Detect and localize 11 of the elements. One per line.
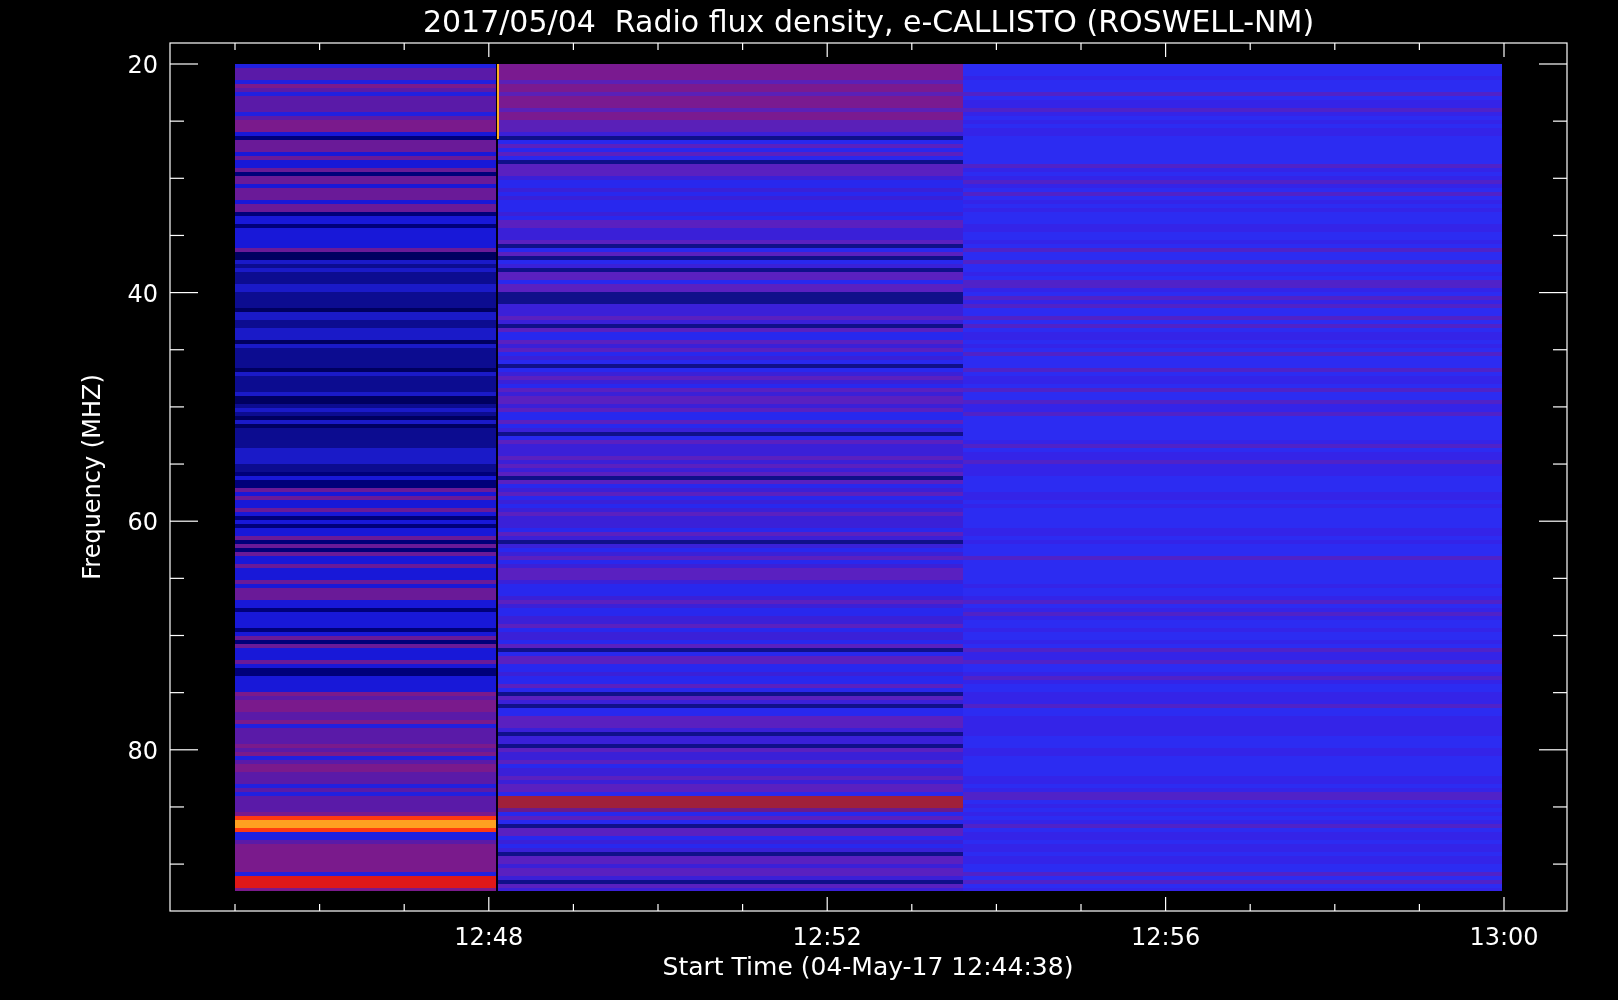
x-axis-label: Start Time (04-May-17 12:44:38) xyxy=(662,952,1074,981)
y-axis-label: Frequency (MHZ) xyxy=(78,374,106,580)
y-tick-label: 60 xyxy=(127,508,158,537)
y-tick-label: 40 xyxy=(127,279,158,308)
x-tick-label: 12:48 xyxy=(454,923,524,951)
x-tick-label: 12:52 xyxy=(792,923,862,951)
chart-title: 2017/05/04 Radio flux density, e-CALLISTO (ROSWELL-NM) xyxy=(422,4,1315,39)
y-tick-label: 80 xyxy=(127,736,158,765)
y-tick-label: 20 xyxy=(127,51,158,79)
x-tick-label: 12:56 xyxy=(1131,923,1201,951)
x-tick-label: 13:00 xyxy=(1469,923,1539,951)
